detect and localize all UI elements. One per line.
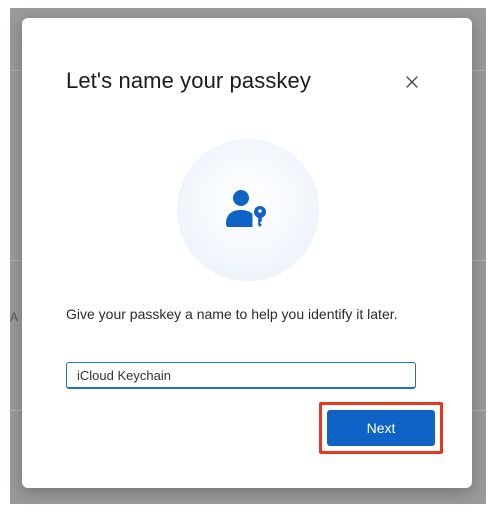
close-icon [406, 76, 418, 88]
passkey-hero-circle [177, 139, 319, 281]
background-text-fragment: A [10, 310, 19, 324]
user-key-icon [226, 190, 266, 227]
next-button[interactable]: Next [327, 410, 435, 446]
passkey-name-input[interactable] [66, 362, 416, 389]
name-passkey-dialog: Let's name your passkey Give your passke… [22, 18, 472, 488]
dialog-title: Let's name your passkey [66, 68, 311, 93]
close-button[interactable] [398, 68, 426, 96]
dialog-description: Give your passkey a name to help you ide… [66, 306, 398, 322]
